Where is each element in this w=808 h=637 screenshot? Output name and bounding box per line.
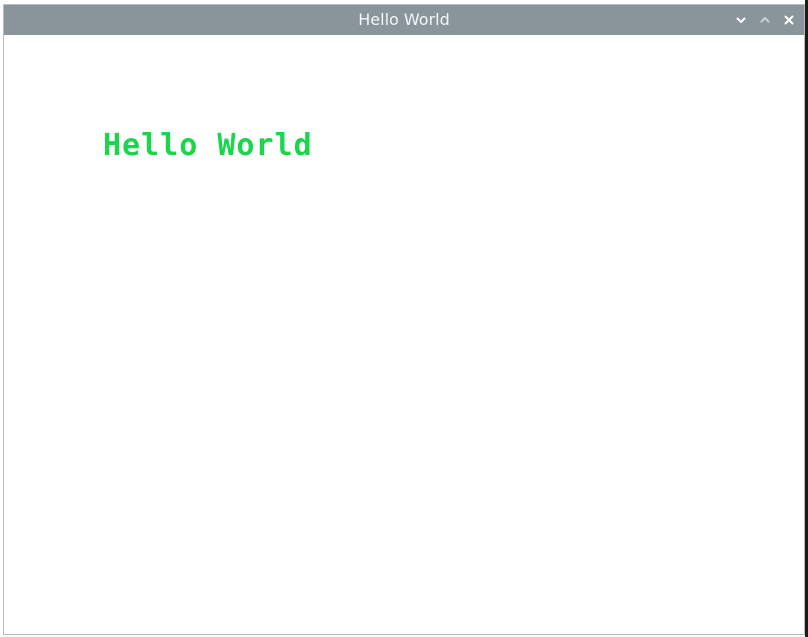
window-titlebar[interactable]: Hello World [4,5,804,35]
chevron-up-icon [760,17,770,23]
close-button[interactable] [780,11,798,29]
app-window: Hello World Hello World [3,4,805,635]
window-content: Hello World [4,35,804,634]
close-icon [784,15,794,25]
window-title: Hello World [358,10,450,29]
maximize-button[interactable] [756,11,774,29]
window-controls [732,5,798,35]
chevron-down-icon [736,17,746,23]
hello-world-label: Hello World [103,128,313,163]
minimize-button[interactable] [732,11,750,29]
